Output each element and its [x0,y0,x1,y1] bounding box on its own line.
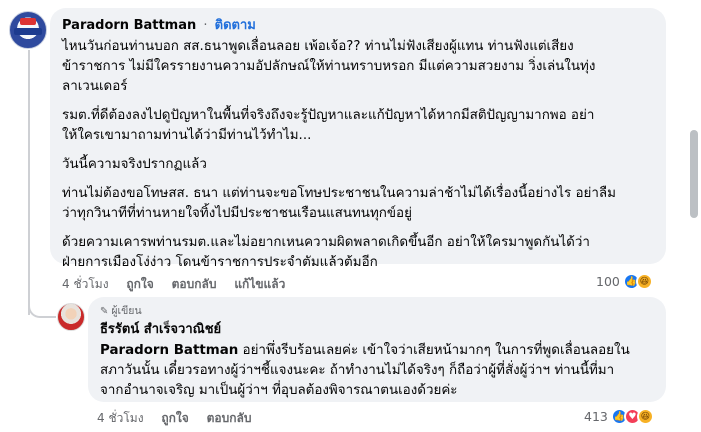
comment-paragraph: ไหนวันก่อนท่านบอก สส.ธนาพูดเลื่อนลอย เพ้… [62,37,654,97]
edited-label[interactable]: แก้ไขแล้ว [234,277,285,291]
mention-link[interactable]: Paradorn Battman [100,343,238,358]
text-line: Paradorn Battman อย่าพึ่งรีบร้อนเลยค่ะ เ… [100,341,654,361]
comment-bubble: Paradorn Battman · ติดตาม ไหนวันก่อนท่าน… [50,8,666,270]
thread-line [28,50,30,315]
author-badge-label: ผู้เขียน [111,305,142,317]
comment-paragraph: รมต.ที่ดีต้องลงไปดูปัญหาในพื้นที่จริงถึง… [62,106,654,146]
follow-button[interactable]: ติดตาม [215,18,256,33]
avatar-logo-band [14,28,42,35]
text-line: ว่าทุกวินาทีที่ท่านหายใจทิ้งไปมีประชาชนเ… [62,206,412,221]
text-line: ให้ใครเขามาถามท่านได้ว่ามีท่านไว้ทำไม... [62,128,312,143]
text-line: ลาเวนเดอร์ [62,79,128,94]
text-line: ไหนวันก่อนท่านบอก สส.ธนาพูดเลื่อนลอย เพ้… [62,39,574,54]
reply-connector [28,296,56,318]
comment-actions: 4 ชั่วโมง ถูกใจ ตอบกลับ แก้ไขแล้ว [62,275,299,294]
comment-paragraph: ด้วยความเคารพท่านรมต.และไม่อยากเหนความผิ… [62,233,654,273]
author-badge: ✎ ผู้เขียน [100,305,654,318]
text-line: ท่านไม่ต้องขอโทษสส. ธนา แต่ท่านจะขอโทษปร… [62,186,616,201]
avatar-logo-top [20,18,36,25]
reaction-count: 413 [584,409,608,424]
separator-dot: · [203,18,208,33]
comment-paragraph: ท่านไม่ต้องขอโทษสส. ธนา แต่ท่านจะขอโทษปร… [62,184,654,224]
timestamp[interactable]: 4 ชั่วโมง [62,277,109,291]
avatar[interactable] [9,11,47,49]
text-line: รมต.ที่ดีต้องลงไปดูปัญหาในพื้นที่จริงถึง… [62,108,595,123]
reply-actions: 4 ชั่วโมง ถูกใจ ตอบกลับ [97,409,265,428]
reaction-summary[interactable]: 413 👍 ♥ 😆 [584,408,654,425]
reply-avatar[interactable] [57,303,85,331]
text-line: วันนี้ความจริงปรากฏแล้ว [62,157,207,172]
reply-author[interactable]: ธีรรัตน์ สำเร็จวาณิชย์ [100,321,654,339]
text-line: ด้วยความเคารพท่านรมต.และไม่อยากเหนความผิ… [62,235,590,250]
text-line: สภาวันนั้น เดี๋ยวรอทางผู้ว่าฯชี้แจงนะคะ … [100,363,615,378]
comment-author[interactable]: Paradorn Battman [62,18,196,33]
like-button[interactable]: ถูกใจ [161,411,188,425]
comment-paragraph: วันนี้ความจริงปรากฏแล้ว [62,155,654,175]
timestamp[interactable]: 4 ชั่วโมง [97,411,144,425]
pen-icon: ✎ [100,306,109,317]
text-fragment: อย่าพึ่งรีบร้อนเลยค่ะ เข้าใจว่าเสียหน้าม… [238,343,630,358]
reaction-count: 100 [596,274,620,289]
haha-icon: 😆 [636,408,654,425]
text-line: จากอำนาจเจริญ มาเป็นผู้ว่าฯ ที่อุบลต้องพ… [100,383,458,398]
comment-header: Paradorn Battman · ติดตาม [62,17,654,34]
reaction-summary[interactable]: 100 👍 😆 [596,273,653,290]
like-button[interactable]: ถูกใจ [126,277,153,291]
reply-button[interactable]: ตอบกลับ [207,411,252,425]
haha-icon: 😆 [635,273,653,290]
text-line: ฝ่ายการเมืองโง่ง่าว โดนข้าราชการประจำตัม… [62,255,378,270]
reply-bubble: ✎ ผู้เขียน ธีรรัตน์ สำเร็จวาณิชย์ Parado… [88,297,666,402]
text-line: ข้าราชการ ไม่มีใครรายงานความอัปลักษณ์ให้… [62,59,596,74]
scrollbar[interactable] [690,130,698,218]
reply-text: Paradorn Battman อย่าพึ่งรีบร้อนเลยค่ะ เ… [100,341,654,401]
reply-button[interactable]: ตอบกลับ [172,277,217,291]
